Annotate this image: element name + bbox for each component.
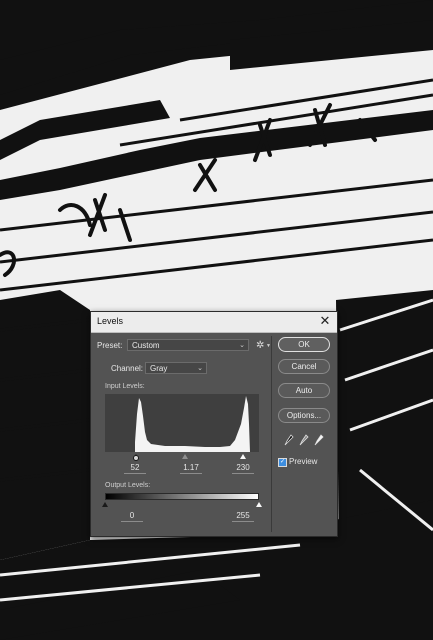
preview-checkbox[interactable]: ✓ [278,458,287,467]
output-black-underline [121,521,143,522]
input-black-underline [124,473,146,474]
close-icon[interactable]: ✕ [317,313,333,329]
gear-icon[interactable]: ✲ [256,340,264,352]
dialog-titlebar[interactable]: Levels ✕ [91,312,337,333]
input-gray-slider[interactable] [182,454,188,459]
histogram-shape [135,396,250,452]
preset-select[interactable]: Custom ⌄ [127,339,249,351]
input-white-slider[interactable] [240,454,246,459]
output-white-slider[interactable] [256,502,262,507]
dialog-title: Levels [97,316,124,326]
input-mid-underline [180,473,202,474]
ok-button[interactable]: OK [278,337,330,352]
output-levels-label: Output Levels: [105,482,151,489]
chevron-down-icon: ⌄ [197,365,203,372]
eyedropper-white-icon[interactable] [314,434,324,446]
preview-label: Preview [289,457,318,466]
channel-label: Channel: [111,364,144,373]
output-white-underline [232,521,254,522]
output-black-slider[interactable] [102,502,108,507]
input-white-underline [232,473,254,474]
histogram [105,394,259,452]
auto-button[interactable]: Auto [278,383,330,398]
output-gradient [105,493,259,500]
preset-label: Preset: [97,341,123,350]
output-white-value[interactable]: 255 [228,511,258,520]
cancel-button[interactable]: Cancel [278,359,330,374]
input-black-marker [133,455,139,461]
input-black-value[interactable]: 52 [120,463,150,472]
output-black-value[interactable]: 0 [117,511,147,520]
eyedropper-black-icon[interactable] [284,434,294,446]
input-mid-value[interactable]: 1.17 [176,463,206,472]
panel-divider [271,336,272,532]
channel-value: Gray [150,364,168,373]
levels-dialog: Levels ✕ Preset: Custom ⌄ ✲ ▼ Channel: G… [90,311,338,537]
input-levels-label: Input Levels: [105,383,145,390]
input-white-value[interactable]: 230 [228,463,258,472]
eyedropper-gray-icon[interactable] [299,434,309,446]
options-button[interactable]: Options... [278,408,330,423]
preset-value: Custom [132,341,160,350]
channel-select[interactable]: Gray ⌄ [145,362,207,374]
chevron-down-icon: ⌄ [239,342,245,349]
